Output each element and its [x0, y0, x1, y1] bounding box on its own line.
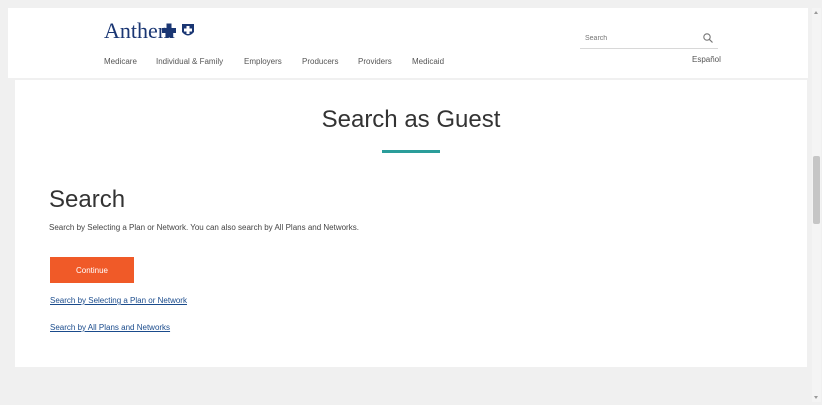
- search-guest-card: Search as Guest Search Search by Selecti…: [15, 80, 807, 367]
- search-icon[interactable]: [702, 32, 714, 44]
- scroll-down-arrow-icon[interactable]: [814, 396, 818, 399]
- scrollbar-thumb[interactable]: [813, 156, 820, 224]
- continue-button[interactable]: Continue: [50, 257, 134, 283]
- blue-cross-blue-shield-logo-icon[interactable]: [160, 22, 204, 40]
- header-search: [580, 30, 718, 49]
- nav-employers[interactable]: Employers: [244, 57, 282, 66]
- nav-medicare[interactable]: Medicare: [104, 57, 137, 66]
- section-description: Search by Selecting a Plan or Network. Y…: [49, 223, 359, 232]
- search-input[interactable]: [580, 30, 695, 46]
- page-scrollbar[interactable]: [812, 8, 821, 402]
- nav-medicaid[interactable]: Medicaid: [412, 57, 444, 66]
- scroll-up-arrow-icon[interactable]: [814, 11, 818, 14]
- search-all-plans-link[interactable]: Search by All Plans and Networks: [50, 323, 170, 332]
- site-header: Anthem Medicare Individual & Family Empl…: [8, 8, 808, 78]
- nav-providers[interactable]: Providers: [358, 57, 392, 66]
- section-title: Search: [49, 186, 126, 213]
- language-link-espanol[interactable]: Español: [692, 55, 721, 64]
- title-underline: [382, 150, 440, 153]
- nav-individual-family[interactable]: Individual & Family: [156, 57, 223, 66]
- nav-producers[interactable]: Producers: [302, 57, 338, 66]
- page-title: Search as Guest: [321, 106, 501, 133]
- search-plan-network-link[interactable]: Search by Selecting a Plan or Network: [50, 296, 187, 305]
